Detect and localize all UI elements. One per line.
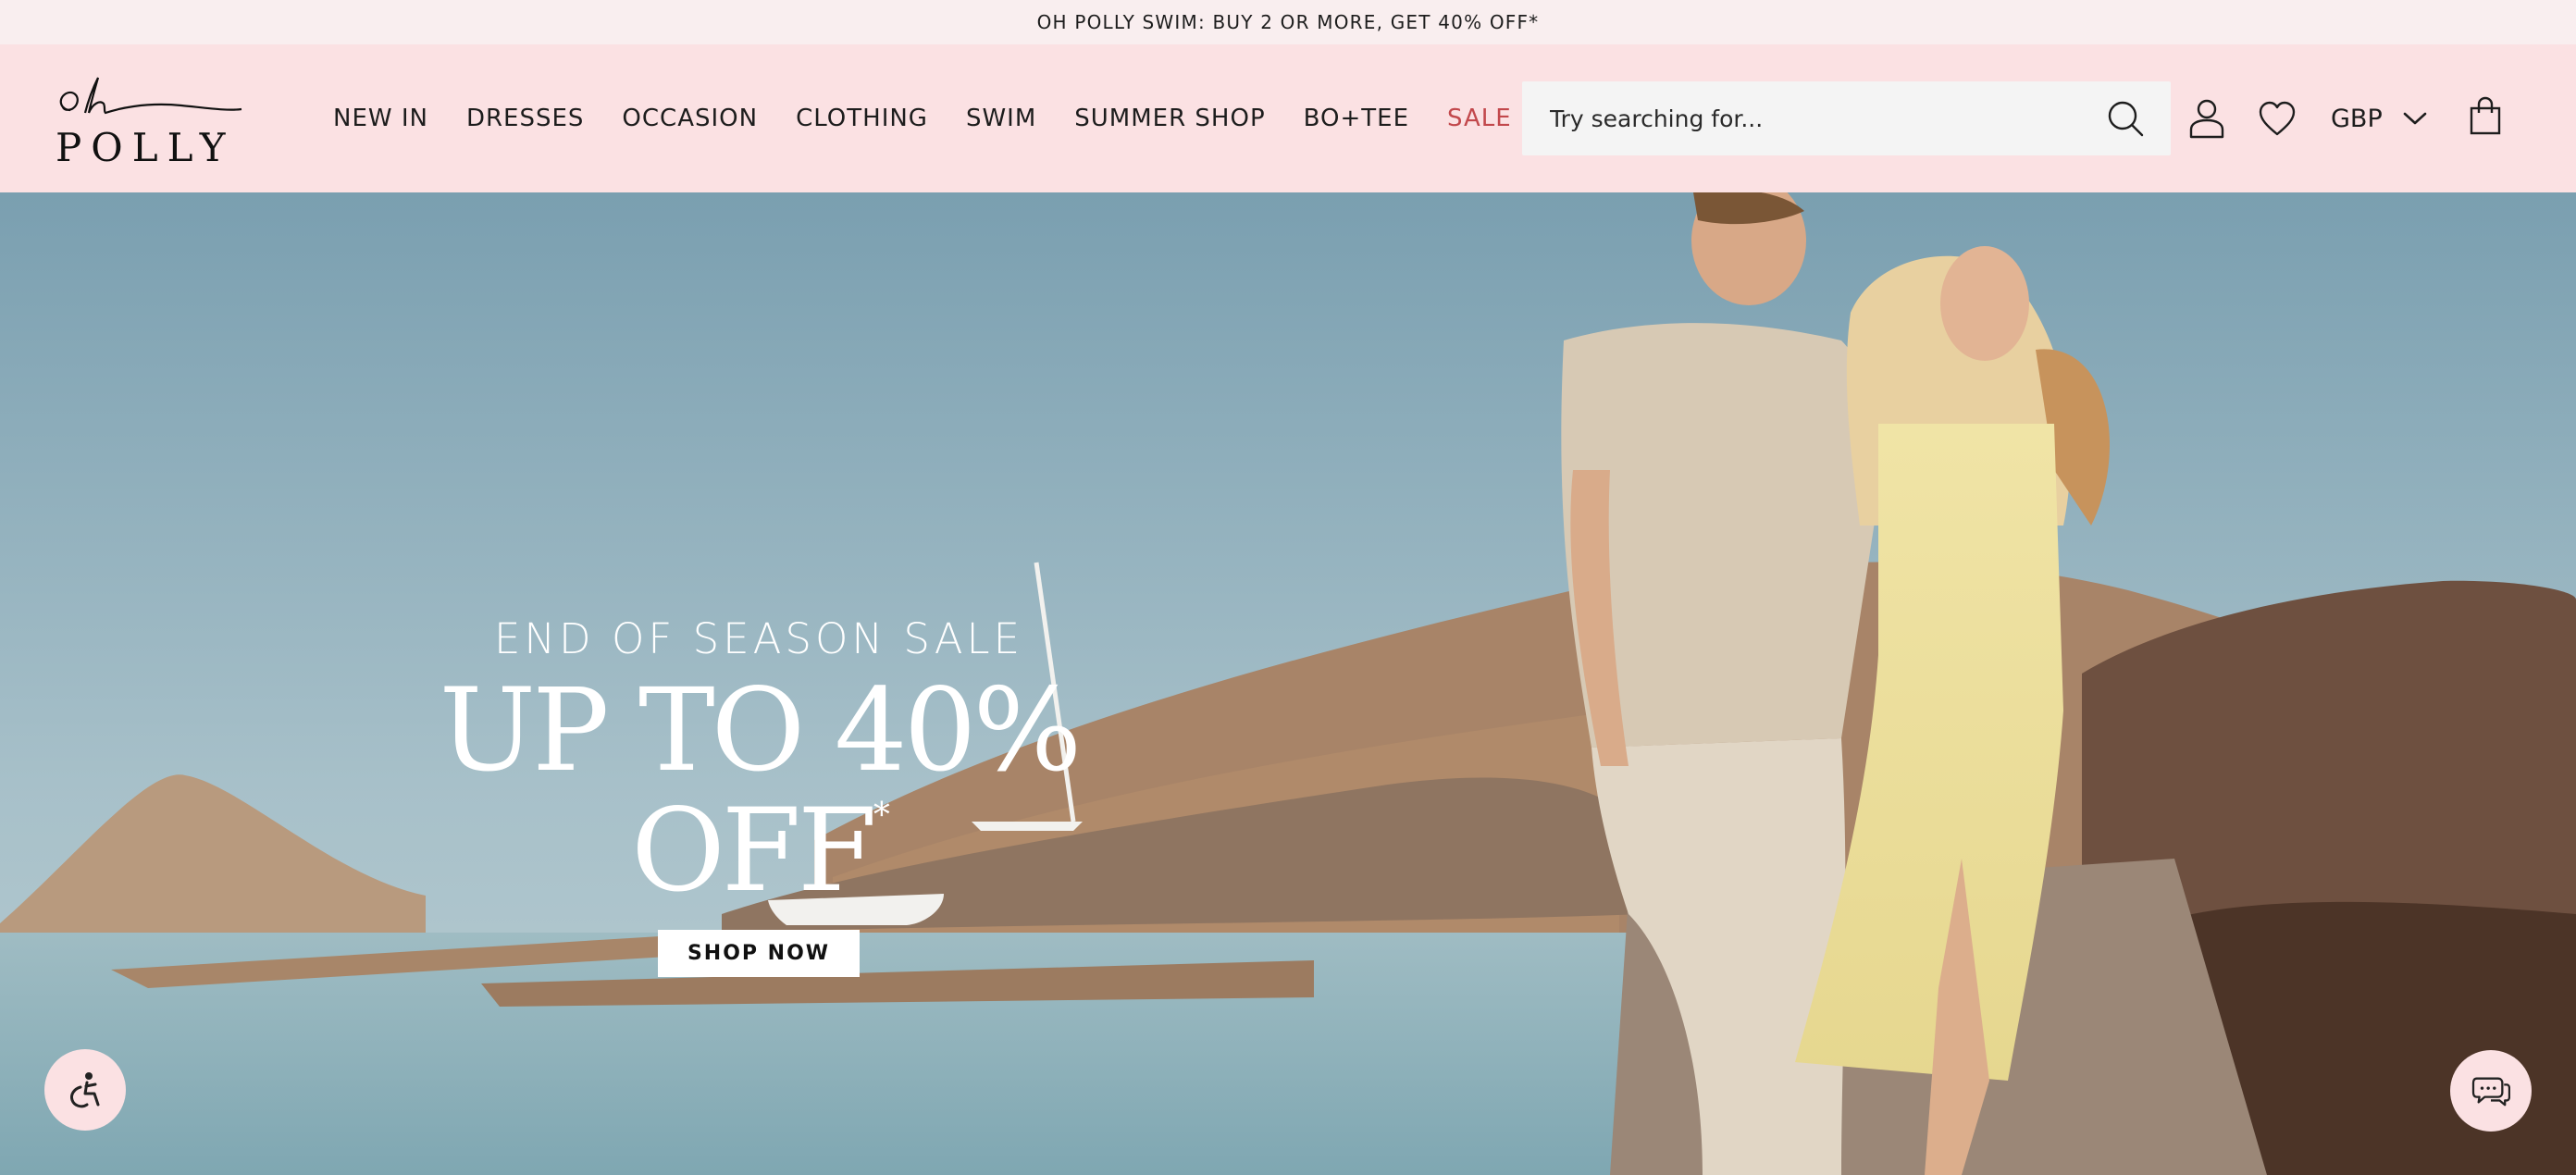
- hero-banner[interactable]: END OF SEASON SALE UP TO 40% OFF* SHOP N…: [0, 192, 2576, 1175]
- search-input[interactable]: [1522, 81, 2096, 155]
- promo-asterisk: *: [873, 797, 890, 835]
- nav-item-summer-shop[interactable]: SUMMER SHOP: [1074, 105, 1265, 132]
- announcement-text: OH POLLY SWIM: BUY 2 OR MORE, GET 40% OF…: [1036, 11, 1540, 33]
- search-box: [1522, 81, 2171, 155]
- chevron-down-icon: [2403, 112, 2427, 125]
- heart-icon[interactable]: [2258, 100, 2297, 137]
- oh-polly-logo[interactable]: POLLY: [52, 68, 246, 170]
- announcement-bar[interactable]: OH POLLY SWIM: BUY 2 OR MORE, GET 40% OF…: [0, 0, 2576, 44]
- nav-item-dresses[interactable]: DRESSES: [466, 105, 584, 132]
- accessibility-button[interactable]: [44, 1049, 126, 1131]
- logo-wordmark: POLLY: [56, 125, 235, 170]
- site-header: POLLY NEW IN DRESSES OCCASION CLOTHING S…: [0, 44, 2576, 192]
- promo-kicker: END OF SEASON SALE: [493, 614, 1024, 663]
- hero-promo: END OF SEASON SALE UP TO 40% OFF* SHOP N…: [361, 614, 1157, 978]
- user-icon[interactable]: [2188, 98, 2225, 139]
- accessibility-icon: [70, 1072, 100, 1108]
- nav-item-clothing[interactable]: CLOTHING: [796, 105, 928, 132]
- currency-selector[interactable]: GBP: [2331, 89, 2427, 148]
- currency-label: GBP: [2331, 104, 2383, 133]
- nav-item-bo-tee[interactable]: BO+TEE: [1304, 105, 1409, 132]
- nav-item-occasion[interactable]: OCCASION: [622, 105, 758, 132]
- shop-now-button[interactable]: SHOP NOW: [657, 930, 861, 978]
- nav-item-new-in[interactable]: NEW IN: [333, 105, 428, 132]
- promo-headline: UP TO 40% OFF*: [361, 671, 1157, 911]
- logo-mark: POLLY: [56, 77, 242, 170]
- nav-item-swim[interactable]: SWIM: [966, 105, 1036, 132]
- nav-item-sale[interactable]: SALE: [1447, 105, 1512, 132]
- shopping-bag-icon[interactable]: [2469, 96, 2502, 135]
- main-nav: NEW IN DRESSES OCCASION CLOTHING SWIM SU…: [333, 44, 1550, 192]
- search-icon[interactable]: [2105, 98, 2146, 139]
- promo-headline-text: UP TO 40% OFF: [439, 664, 1083, 919]
- chat-button[interactable]: [2450, 1050, 2532, 1132]
- chat-icon: [2471, 1077, 2510, 1107]
